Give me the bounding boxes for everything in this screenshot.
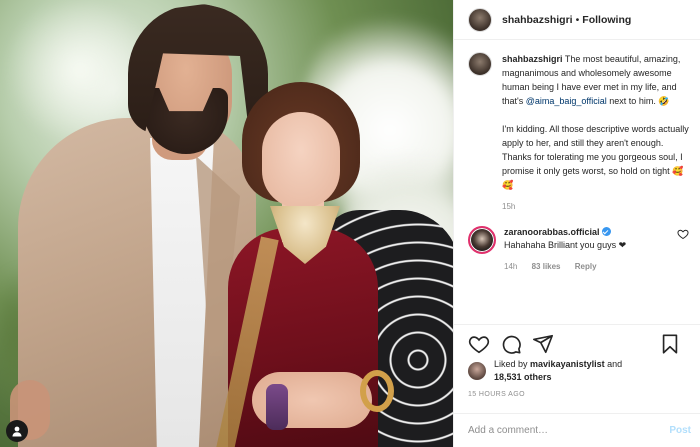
post-header: shahbazshigri • Following bbox=[454, 0, 700, 40]
caption-body: shahbazshigri The most beautiful, amazin… bbox=[502, 52, 689, 214]
comment-body: zaranoorabbas.official Hahahaha Brillian… bbox=[504, 226, 674, 273]
woman-bangle bbox=[360, 370, 394, 412]
comment-likes[interactable]: 83 likes bbox=[532, 262, 561, 271]
post-timestamp[interactable]: 15 HOURS AGO bbox=[468, 391, 525, 398]
comment-input[interactable] bbox=[468, 425, 670, 436]
likes-text: Liked by mavikayanistylist and 18,531 ot… bbox=[494, 358, 622, 384]
reply-button[interactable]: Reply bbox=[575, 262, 597, 271]
woman-face bbox=[262, 112, 340, 208]
comment-icon[interactable] bbox=[500, 333, 522, 355]
commenter-username[interactable]: zaranoorabbas.official bbox=[504, 227, 600, 237]
paper-plane-icon[interactable] bbox=[532, 333, 554, 355]
woman-clutch bbox=[266, 384, 288, 430]
author-username[interactable]: shahbazshigri bbox=[502, 14, 573, 26]
comment-text: Hahahaha Brilliant you guys ❤ bbox=[504, 240, 627, 250]
caption-time[interactable]: 15h bbox=[502, 202, 515, 211]
comment-meta: 14h 83 likes Reply bbox=[504, 260, 674, 273]
comment-time[interactable]: 14h bbox=[504, 262, 517, 271]
comment-like-heart-icon[interactable] bbox=[677, 228, 689, 240]
liker-username[interactable]: mavikayanistylist bbox=[530, 359, 605, 369]
caption-text-end: next to him. 🤣 bbox=[609, 96, 670, 106]
likes-count[interactable]: 18,531 others bbox=[494, 372, 552, 382]
add-comment-bar: Post bbox=[454, 413, 700, 447]
liked-by-prefix: Liked by bbox=[494, 359, 528, 369]
mention-link[interactable]: @aima_baig_official bbox=[526, 96, 607, 106]
action-bar bbox=[454, 324, 700, 362]
heart-icon[interactable] bbox=[468, 333, 490, 355]
post-comment-button[interactable]: Post bbox=[669, 425, 691, 436]
comment-item: zaranoorabbas.official Hahahaha Brillian… bbox=[468, 226, 689, 273]
liker-avatar[interactable] bbox=[468, 362, 486, 380]
caption: shahbazshigri The most beautiful, amazin… bbox=[468, 52, 689, 214]
likes-conjunction: and bbox=[607, 359, 623, 369]
caption-paragraph-2: I'm kidding. All those descriptive words… bbox=[502, 124, 689, 190]
comments-section: shahbazshigri The most beautiful, amazin… bbox=[454, 52, 700, 273]
post-photo[interactable] bbox=[0, 0, 453, 447]
likes-summary: Liked by mavikayanistylist and 18,531 ot… bbox=[468, 358, 622, 384]
caption-meta: 15h bbox=[502, 200, 689, 214]
caption-username[interactable]: shahbazshigri bbox=[502, 54, 563, 64]
user-tag-icon[interactable] bbox=[6, 420, 28, 442]
commenter-avatar[interactable] bbox=[468, 226, 496, 254]
header-separator: • bbox=[575, 13, 580, 26]
caption-author-avatar[interactable] bbox=[468, 52, 492, 76]
verified-badge-icon bbox=[601, 227, 611, 236]
following-button[interactable]: Following bbox=[582, 14, 631, 26]
post-side-panel: shahbazshigri • Following shahbazshigri … bbox=[453, 0, 700, 447]
bookmark-icon[interactable] bbox=[659, 333, 681, 355]
author-avatar[interactable] bbox=[468, 7, 492, 32]
